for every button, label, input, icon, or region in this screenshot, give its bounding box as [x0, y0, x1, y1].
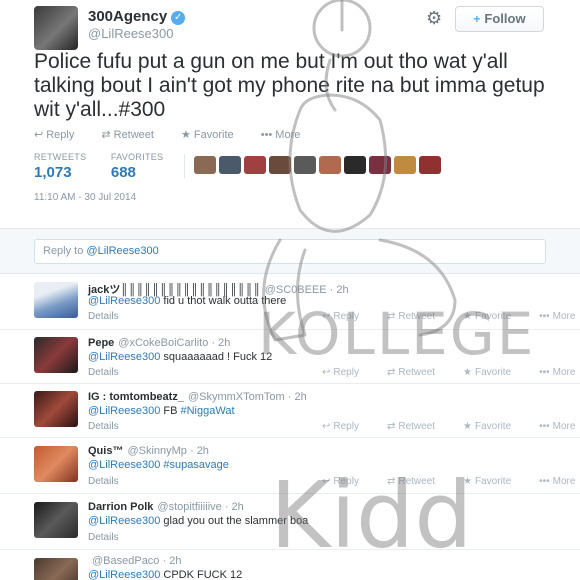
favoriter-avatar[interactable] — [269, 156, 291, 174]
reply-action[interactable]: ↩ Reply — [34, 129, 86, 141]
follow-person-icon: + — [473, 12, 481, 26]
follow-button[interactable]: + Follow — [455, 6, 544, 32]
watermark-kollege: KOLLEGE — [258, 300, 536, 368]
reply-avatar[interactable] — [34, 282, 78, 318]
author-screen-name[interactable]: @LilReese300 — [88, 26, 173, 41]
reply-details-link[interactable]: Details — [88, 311, 119, 322]
more-action[interactable]: ••• More — [539, 311, 580, 322]
more-dots-icon: ••• — [260, 129, 273, 141]
retweet-action[interactable]: ⇄ Retweet — [387, 367, 449, 378]
retweet-icon: ⇄ — [386, 421, 396, 432]
favorite-action[interactable]: ★ Favorite — [181, 129, 246, 141]
star-icon: ★ — [181, 129, 191, 141]
gear-icon[interactable]: ⚙ — [426, 8, 442, 29]
follow-label: Follow — [484, 11, 526, 26]
retweet-icon: ⇄ — [386, 367, 396, 378]
more-action[interactable]: ••• More — [539, 421, 580, 432]
star-icon: ★ — [463, 367, 473, 378]
more-action[interactable]: ••• More — [539, 367, 580, 378]
tweet-timestamp[interactable]: 11:10 AM - 30 Jul 2014 — [34, 192, 136, 203]
favoriter-avatar[interactable] — [394, 156, 416, 174]
retweets-stat[interactable]: RETWEETS 1,073 — [34, 152, 86, 181]
reply-avatar[interactable] — [34, 337, 78, 373]
reply-text: @LilReese300 #supasavage — [88, 459, 229, 471]
reply-text: @LilReese300 FB #NiggaWat — [88, 405, 235, 417]
favoriter-avatar[interactable] — [244, 156, 266, 174]
reply-avatar[interactable] — [34, 391, 78, 427]
more-dots-icon: ••• — [539, 367, 550, 378]
more-dots-icon: ••• — [539, 421, 550, 432]
reply-text: @LilReese300 squaaaaaad ! Fuck 12 — [88, 351, 273, 363]
reply-text: @LilReese300 fid u thot walk outta there — [88, 295, 287, 307]
more-action[interactable]: ••• More — [261, 129, 313, 141]
favorite-action[interactable]: ★ Favorite — [463, 367, 525, 378]
reply-author[interactable]: Pepe @xCokeBoiCarlito · 2h — [88, 337, 230, 349]
favoriter-avatar[interactable] — [219, 156, 241, 174]
verified-badge-icon: ✓ — [171, 11, 186, 25]
favoriter-avatar[interactable] — [194, 156, 216, 174]
reply-bar: Reply to @LilReese300 — [0, 228, 580, 274]
favoriter-avatar[interactable] — [419, 156, 441, 174]
retweet-action[interactable]: ⇄ Retweet — [101, 129, 166, 141]
reply-author[interactable]: Darrion Polk @stopitfiiiiive · 2h — [88, 501, 244, 513]
reply-details-link[interactable]: Details — [88, 421, 119, 432]
reply-item[interactable]: IG : tomtombeatz_ @SkymmXTomTom · 2h @Lil… — [0, 384, 580, 438]
reply-icon: ↩ — [34, 129, 44, 141]
reply-action[interactable]: ↩ Reply — [322, 367, 373, 378]
stats-divider — [184, 154, 185, 178]
reply-author[interactable]: Quis™ @SkinnyMp · 2h — [88, 445, 209, 457]
more-dots-icon: ••• — [539, 311, 550, 322]
reply-icon: ↩ — [322, 367, 331, 378]
favorites-stat[interactable]: FAVORITES 688 — [111, 152, 164, 181]
favoriter-avatar[interactable] — [369, 156, 391, 174]
author-name[interactable]: 300Agency ✓ — [88, 8, 186, 25]
reply-avatar[interactable] — [34, 446, 78, 482]
reply-actions: ↩ Reply ⇄ Retweet ★ Favorite ••• More — [322, 421, 580, 432]
favoriter-avatar[interactable] — [294, 156, 316, 174]
reply-author[interactable]: IG : tomtombeatz_ @SkymmXTomTom · 2h — [88, 391, 307, 403]
favoriter-avatar[interactable] — [319, 156, 341, 174]
reply-mention: @LilReese300 — [86, 245, 159, 257]
retweet-icon: ⇄ — [101, 129, 111, 141]
favorites-count: 688 — [110, 164, 136, 181]
reply-action[interactable]: ↩ Reply — [322, 421, 373, 432]
retweets-label: RETWEETS — [34, 152, 87, 162]
favoriter-avatar[interactable] — [344, 156, 366, 174]
author-avatar[interactable] — [34, 6, 78, 50]
favorites-label: FAVORITES — [110, 152, 164, 162]
watermark-kidd: Kidd — [270, 462, 473, 569]
more-action[interactable]: ••• More — [539, 476, 580, 487]
tweet-actions: ↩ Reply ⇄ Retweet ★ Favorite ••• More — [34, 128, 324, 141]
reply-input[interactable]: Reply to @LilReese300 — [34, 239, 546, 264]
tweet-stats: RETWEETS 1,073 FAVORITES 688 — [34, 152, 183, 181]
favoriter-avatars — [194, 156, 444, 179]
more-dots-icon: ••• — [539, 476, 550, 487]
star-icon: ★ — [463, 421, 473, 432]
reply-details-link[interactable]: Details — [88, 476, 119, 487]
reply-details-link[interactable]: Details — [88, 367, 119, 378]
tweet-text: Police fufu put a gun on me but I'm out … — [34, 50, 545, 121]
retweets-count: 1,073 — [34, 164, 72, 181]
reply-icon: ↩ — [322, 421, 331, 432]
reply-actions: ↩ Reply ⇄ Retweet ★ Favorite ••• More — [322, 367, 580, 378]
favorite-action[interactable]: ★ Favorite — [463, 421, 525, 432]
reply-details-link[interactable]: Details — [88, 532, 119, 543]
reply-avatar[interactable] — [34, 502, 78, 538]
reply-text: @LilReese300 CPDK FUCK 12 — [88, 569, 243, 580]
retweet-action[interactable]: ⇄ Retweet — [387, 421, 449, 432]
reply-author[interactable]: @BasedPaco · 2h — [88, 555, 181, 567]
author-fullname: 300Agency — [88, 8, 168, 25]
reply-avatar[interactable] — [34, 558, 78, 580]
focused-tweet: 300Agency ✓ @LilReese300 ⚙ + Follow Police… — [0, 0, 580, 228]
